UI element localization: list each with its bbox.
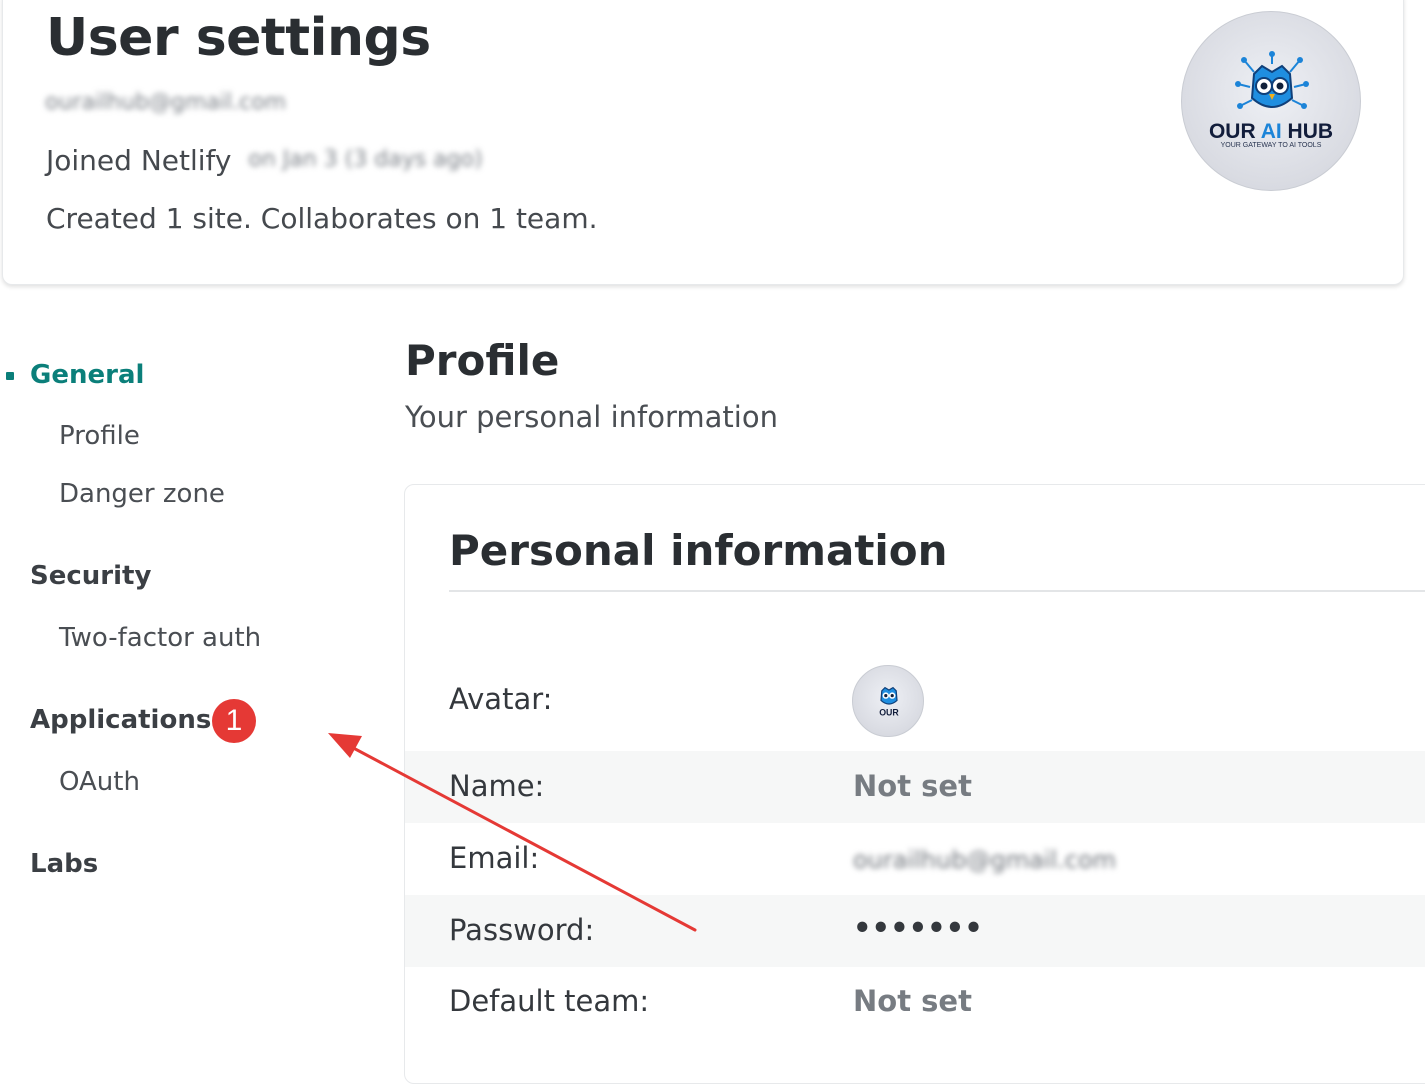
annotation-arrow-icon — [328, 733, 697, 932]
